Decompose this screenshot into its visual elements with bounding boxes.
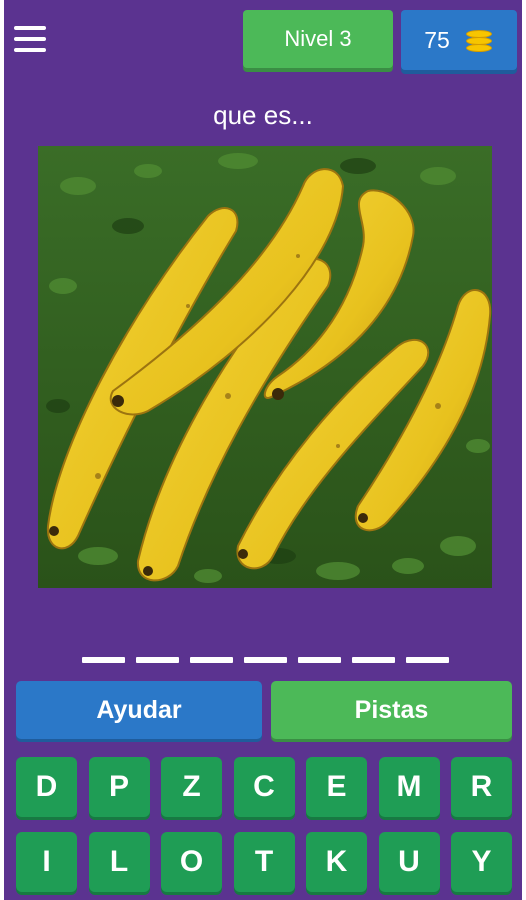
level-label: Nivel 3 xyxy=(284,26,352,51)
letter-key[interactable]: Y xyxy=(451,832,512,892)
answer-slot[interactable] xyxy=(82,657,125,663)
answer-slots xyxy=(82,657,449,663)
letter-key[interactable]: Z xyxy=(161,757,222,817)
answer-slot[interactable] xyxy=(406,657,449,663)
letter-key[interactable]: L xyxy=(88,832,150,892)
letter-key[interactable]: U xyxy=(378,832,440,892)
letter-key[interactable]: K xyxy=(306,832,367,892)
letter-key[interactable]: O xyxy=(161,832,222,892)
answer-slot[interactable] xyxy=(136,657,179,663)
answer-slot[interactable] xyxy=(190,657,233,663)
letter-key[interactable]: I xyxy=(16,832,77,892)
letter-key[interactable]: E xyxy=(306,757,367,817)
letter-key[interactable]: R xyxy=(451,757,512,817)
answer-slot[interactable] xyxy=(352,657,395,663)
coin-stack-icon xyxy=(464,27,494,53)
bananas-photo xyxy=(38,146,492,588)
help-button[interactable]: Ayudar xyxy=(16,681,262,739)
answer-slot[interactable] xyxy=(298,657,341,663)
answer-slot[interactable] xyxy=(244,657,287,663)
coins-button[interactable]: 75 xyxy=(401,10,517,70)
level-indicator[interactable]: Nivel 3 xyxy=(243,10,393,68)
hints-button[interactable]: Pistas xyxy=(271,681,512,739)
help-label: Ayudar xyxy=(96,695,182,724)
letter-key[interactable]: P xyxy=(88,757,150,817)
coin-count: 75 xyxy=(424,26,450,53)
game-screen: Nivel 3 75 que es... Ayudar Pistas D P Z… xyxy=(4,0,522,900)
letter-key[interactable]: D xyxy=(16,757,77,817)
letter-key[interactable]: C xyxy=(233,757,295,817)
letter-keyboard: D P Z C E M R I L O T K U Y xyxy=(16,757,512,892)
question-text: que es... xyxy=(213,100,313,130)
letter-key[interactable]: T xyxy=(233,832,295,892)
hamburger-menu-icon[interactable] xyxy=(14,26,48,56)
letter-key[interactable]: M xyxy=(378,757,440,817)
hints-label: Pistas xyxy=(354,695,429,724)
